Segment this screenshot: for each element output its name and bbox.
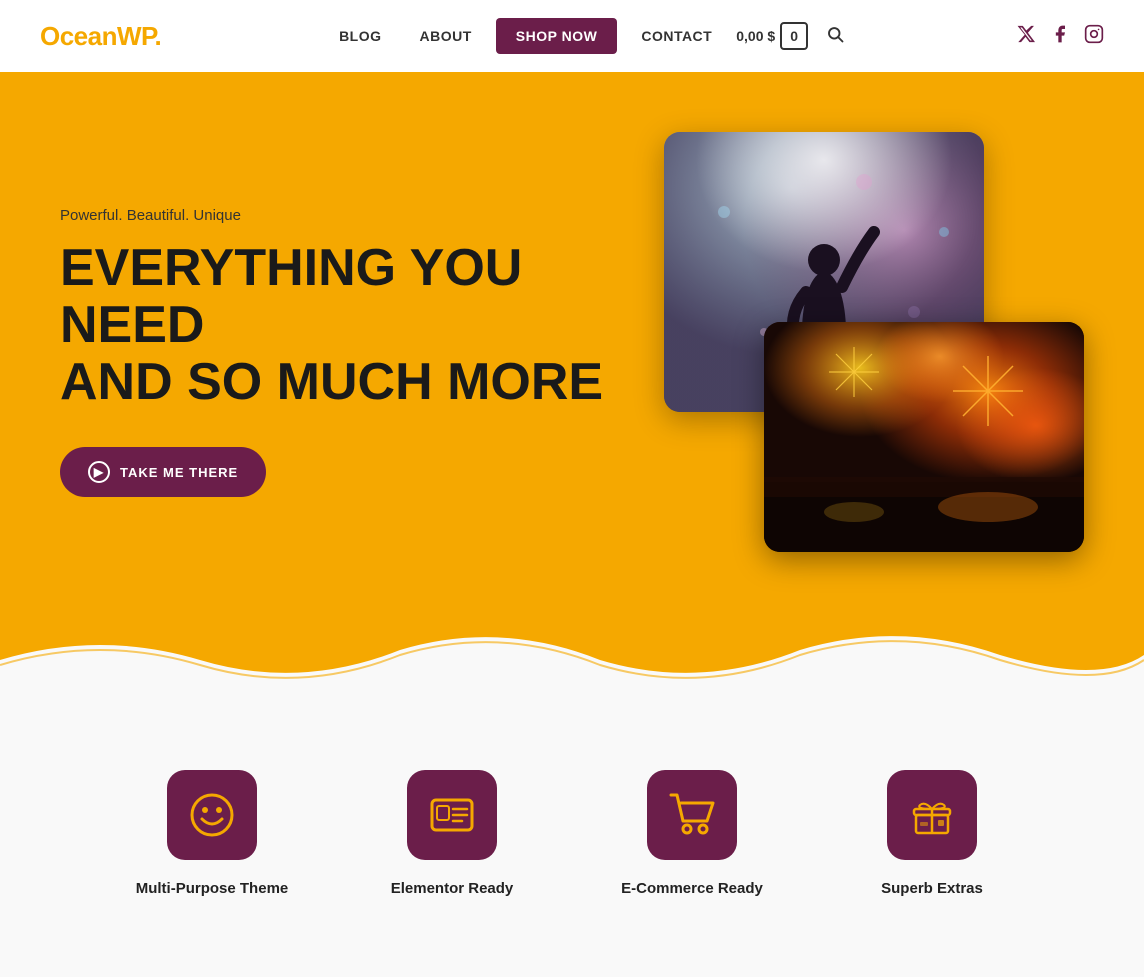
instagram-icon[interactable] (1084, 24, 1104, 49)
hero-image-fireworks (764, 322, 1084, 552)
feature-icon-extras (887, 770, 977, 860)
site-header: OceanWP. BLOG ABOUT SHOP NOW CONTACT 0,0… (0, 0, 1144, 72)
feature-icon-ecommerce (647, 770, 737, 860)
logo-text: OceanWP (40, 21, 155, 51)
nav-about[interactable]: ABOUT (406, 20, 486, 52)
site-logo[interactable]: OceanWP. (40, 21, 161, 52)
feature-multi-purpose: Multi-Purpose Theme (112, 770, 312, 897)
hero-images (604, 132, 1084, 572)
cta-circle-icon: ▶ (88, 461, 110, 483)
nav-contact[interactable]: CONTACT (627, 20, 726, 52)
twitter-icon[interactable] (1016, 24, 1036, 49)
features-section: Multi-Purpose Theme Elementor Ready E-Co… (0, 710, 1144, 977)
cart-icon: 0 (780, 22, 808, 50)
cart-price: 0,00 $ (736, 28, 775, 44)
hero-cta-label: TAKE ME THERE (120, 465, 238, 480)
feature-ecommerce: E-Commerce Ready (592, 770, 792, 897)
feature-label-multi-purpose: Multi-Purpose Theme (136, 880, 289, 897)
hero-cta-button[interactable]: ▶ TAKE ME THERE (60, 447, 266, 497)
search-button[interactable] (818, 21, 852, 52)
feature-extras: Superb Extras (832, 770, 1032, 897)
hero-title: EVERYTHING YOU NEED AND SO MUCH MORE (60, 240, 604, 412)
nav-shop[interactable]: SHOP NOW (496, 18, 618, 54)
facebook-icon[interactable] (1050, 24, 1070, 49)
hero-text-block: Powerful. Beautiful. Unique EVERYTHING Y… (60, 207, 604, 498)
feature-label-ecommerce: E-Commerce Ready (621, 880, 763, 897)
social-links (1016, 24, 1104, 49)
hero-title-line2: AND SO MUCH MORE (60, 353, 603, 411)
hero-section: Powerful. Beautiful. Unique EVERYTHING Y… (0, 72, 1144, 632)
feature-label-extras: Superb Extras (881, 880, 983, 897)
feature-elementor: Elementor Ready (352, 770, 552, 897)
main-nav: BLOG ABOUT SHOP NOW CONTACT 0,00 $ 0 (325, 18, 852, 54)
feature-icon-elementor (407, 770, 497, 860)
feature-label-elementor: Elementor Ready (391, 880, 514, 897)
feature-icon-multi-purpose (167, 770, 257, 860)
wave-divider (0, 630, 1144, 710)
hero-subtitle: Powerful. Beautiful. Unique (60, 207, 604, 224)
logo-dot: . (155, 21, 162, 51)
nav-blog[interactable]: BLOG (325, 20, 395, 52)
cart-button[interactable]: 0,00 $ 0 (736, 22, 808, 50)
hero-title-line1: EVERYTHING YOU NEED (60, 239, 522, 354)
